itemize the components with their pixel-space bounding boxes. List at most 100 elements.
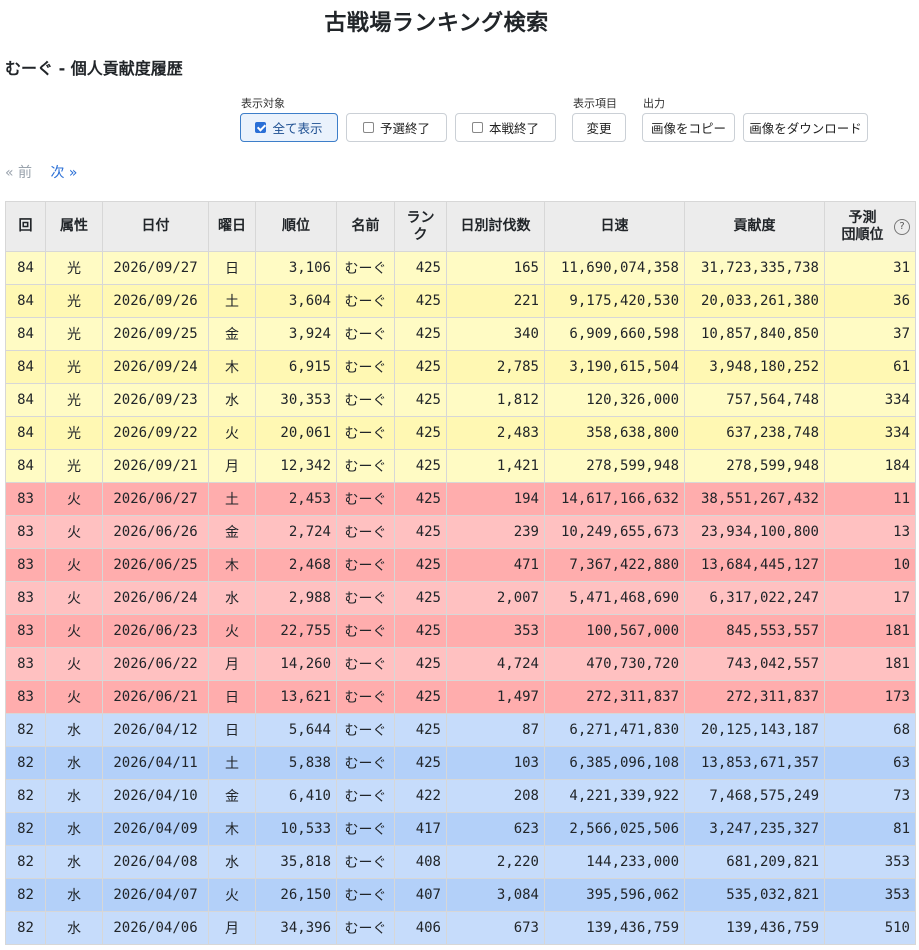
row-daily-speed-cell: 2,566,025,506 (544, 812, 685, 846)
row-level-cell: 425 (394, 482, 447, 516)
filter-prelim-end-label: 予選終了 (379, 121, 430, 136)
row-level-cell: 425 (394, 515, 447, 549)
row-level-cell: 425 (394, 383, 447, 417)
row-level-cell: 425 (394, 317, 447, 351)
row-daily-speed-cell: 470,730,720 (544, 647, 685, 681)
table-row: 84 光 2026/09/24 木 6,915 むーぐ 425 2,785 3,190,615,… (5, 350, 916, 384)
col-header-daily-speed[interactable]: 日速 (544, 201, 685, 252)
col-header-predicted-crew-rank[interactable]: 予測 団順位 ? (824, 201, 916, 252)
table-row: 83 火 2026/06/21 日 13,621 むーぐ 425 1,497 272,311,8… (5, 680, 916, 714)
row-level-cell: 425 (394, 680, 447, 714)
table-row: 83 火 2026/06/26 金 2,724 むーぐ 425 239 10,249,655,6… (5, 515, 916, 549)
row-predicted-rank-cell: 31 (824, 251, 916, 285)
row-daily-kills-cell: 1,421 (446, 449, 545, 483)
row-daily-kills-cell: 340 (446, 317, 545, 351)
col-header-attribute[interactable]: 属性 (45, 201, 103, 252)
row-round-cell: 83 (5, 482, 46, 516)
row-attribute-cell: 光 (45, 350, 103, 384)
row-level-cell: 425 (394, 581, 447, 615)
row-daily-kills-cell: 239 (446, 515, 545, 549)
checkbox-unchecked-icon (362, 122, 374, 133)
row-predicted-rank-cell: 353 (824, 845, 916, 879)
row-weekday-cell: 水 (208, 383, 256, 417)
row-predicted-rank-cell: 81 (824, 812, 916, 846)
col-header-level[interactable]: ランク (394, 201, 447, 252)
col-header-name[interactable]: 名前 (336, 201, 395, 252)
row-name-cell: むーぐ (336, 878, 395, 912)
row-rank-cell: 2,988 (255, 581, 337, 615)
row-predicted-rank-cell: 63 (824, 746, 916, 780)
row-daily-kills-cell: 353 (446, 614, 545, 648)
row-daily-speed-cell: 358,638,800 (544, 416, 685, 450)
row-level-cell: 408 (394, 845, 447, 879)
row-weekday-cell: 火 (208, 416, 256, 450)
row-contribution-cell: 743,042,557 (684, 647, 825, 681)
row-contribution-cell: 6,317,022,247 (684, 581, 825, 615)
row-daily-speed-cell: 5,471,468,690 (544, 581, 685, 615)
download-image-button[interactable]: 画像をダウンロード (743, 113, 868, 142)
change-button[interactable]: 変更 (572, 113, 626, 142)
col-header-contribution[interactable]: 貢献度 (684, 201, 825, 252)
row-rank-cell: 3,106 (255, 251, 337, 285)
row-name-cell: むーぐ (336, 746, 395, 780)
row-daily-speed-cell: 144,233,000 (544, 845, 685, 879)
filter-final-end-button[interactable]: 本戦終了 (455, 113, 556, 142)
row-predicted-rank-cell: 184 (824, 449, 916, 483)
row-date-cell: 2026/09/23 (102, 383, 209, 417)
table-row: 84 光 2026/09/26 土 3,604 むーぐ 425 221 9,175,420,53… (5, 284, 916, 318)
row-rank-cell: 2,453 (255, 482, 337, 516)
col-header-daily-kills[interactable]: 日別討伐数 (446, 201, 545, 252)
row-contribution-cell: 637,238,748 (684, 416, 825, 450)
row-round-cell: 84 (5, 284, 46, 318)
row-attribute-cell: 火 (45, 548, 103, 582)
next-page-link[interactable]: 次 » (50, 165, 77, 181)
copy-image-button[interactable]: 画像をコピー (642, 113, 735, 142)
row-weekday-cell: 日 (208, 713, 256, 747)
row-predicted-rank-cell: 334 (824, 383, 916, 417)
row-level-cell: 425 (394, 746, 447, 780)
row-predicted-rank-cell: 353 (824, 878, 916, 912)
row-rank-cell: 35,818 (255, 845, 337, 879)
row-weekday-cell: 金 (208, 515, 256, 549)
row-name-cell: むーぐ (336, 482, 395, 516)
col-header-rank[interactable]: 順位 (255, 201, 337, 252)
row-level-cell: 425 (394, 284, 447, 318)
row-daily-kills-cell: 2,483 (446, 416, 545, 450)
row-weekday-cell: 日 (208, 680, 256, 714)
row-attribute-cell: 水 (45, 746, 103, 780)
row-level-cell: 422 (394, 779, 447, 813)
row-daily-kills-cell: 208 (446, 779, 545, 813)
row-attribute-cell: 光 (45, 416, 103, 450)
filter-all-button[interactable]: 全て表示 (240, 113, 338, 142)
row-contribution-cell: 13,684,445,127 (684, 548, 825, 582)
row-rank-cell: 14,260 (255, 647, 337, 681)
row-name-cell: むーぐ (336, 779, 395, 813)
row-attribute-cell: 水 (45, 911, 103, 945)
filter-prelim-end-button[interactable]: 予選終了 (346, 113, 447, 142)
output-group: 出力 画像をコピー 画像をダウンロード (642, 94, 868, 142)
output-label: 出力 (643, 97, 665, 110)
row-rank-cell: 3,604 (255, 284, 337, 318)
help-icon[interactable]: ? (894, 219, 910, 235)
row-level-cell: 425 (394, 350, 447, 384)
col-header-date[interactable]: 日付 (102, 201, 209, 252)
row-name-cell: むーぐ (336, 548, 395, 582)
row-date-cell: 2026/09/22 (102, 416, 209, 450)
prev-page-link[interactable]: « 前 (5, 165, 32, 181)
table-row: 84 光 2026/09/21 月 12,342 むーぐ 425 1,421 278,599,9… (5, 449, 916, 483)
row-name-cell: むーぐ (336, 647, 395, 681)
row-predicted-rank-cell: 73 (824, 779, 916, 813)
filter-all-label: 全て表示 (272, 121, 323, 136)
row-weekday-cell: 火 (208, 878, 256, 912)
row-round-cell: 82 (5, 746, 46, 780)
row-predicted-rank-cell: 13 (824, 515, 916, 549)
row-rank-cell: 6,410 (255, 779, 337, 813)
row-name-cell: むーぐ (336, 251, 395, 285)
row-contribution-cell: 3,948,180,252 (684, 350, 825, 384)
col-header-round[interactable]: 回 (5, 201, 46, 252)
row-predicted-rank-cell: 334 (824, 416, 916, 450)
row-attribute-cell: 火 (45, 482, 103, 516)
history-table: 回 属性 日付 曜日 順位 名前 ランク 日別討伐数 日速 貢献度 予測 団順位… (5, 201, 916, 945)
row-contribution-cell: 139,436,759 (684, 911, 825, 945)
col-header-weekday[interactable]: 曜日 (208, 201, 256, 252)
